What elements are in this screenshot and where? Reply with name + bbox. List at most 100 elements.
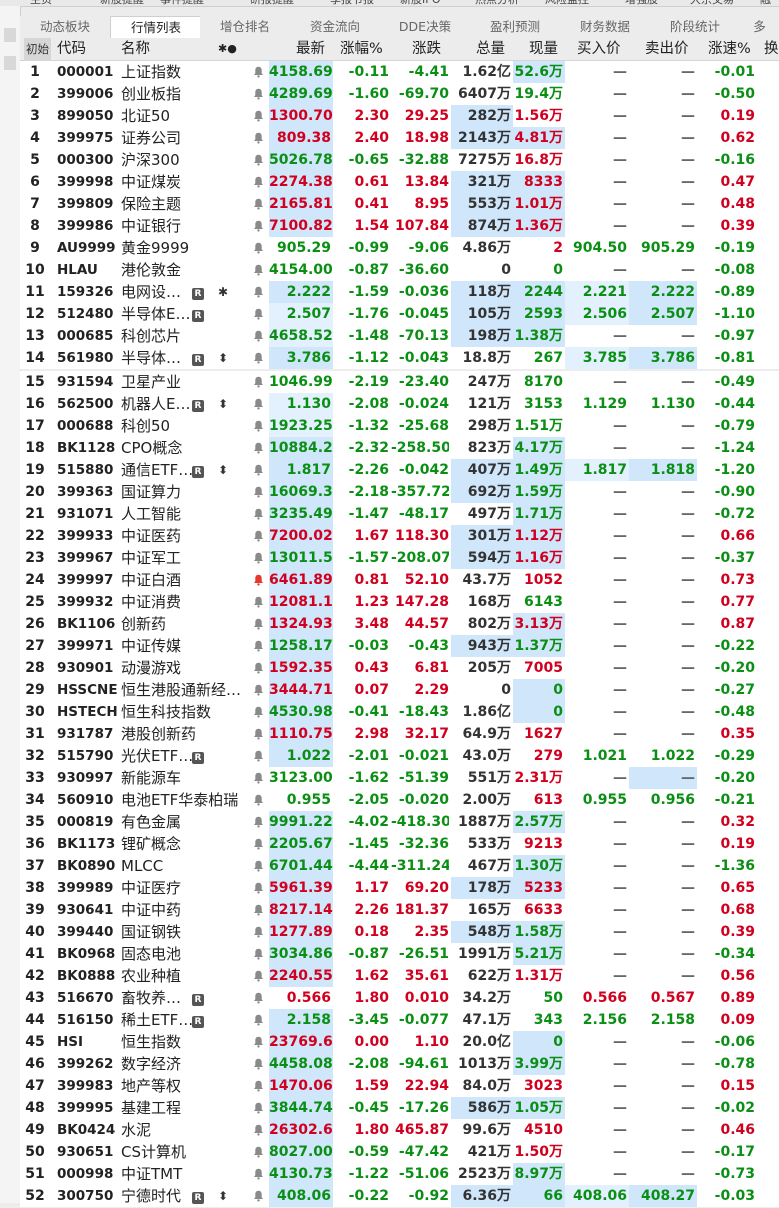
table-row[interactable]: 31 931787 港股创新药 1110.75 2.98 32.17 64.9万 1627— —… [20,723,779,746]
header-bid[interactable]: 买入价 [577,38,621,60]
top-menu-item[interactable]: 主页 [30,0,52,6]
table-row[interactable]: 4 399975 证券公司 809.38 2.40 18.98 2143万 4.81万 — —0.… [20,127,779,150]
table-row[interactable]: 30 HSTECH 恒生科技指数 4530.98 -0.41 -18.43 1.86亿 0— —… [20,701,779,724]
table-row[interactable]: 21 931071 人工智能 3235.49 -1.47 -48.17 497万 1.71万 —… [20,503,779,526]
table-row[interactable]: 44 516150 稀土ETF… R 2.158 -3.45 -0.077 47.1万 343 2… [20,1009,779,1032]
bell-icon[interactable] [249,965,267,987]
table-row[interactable]: 19 515880 通信ETF… R ⬍ 1.817 -2.26 -0.042 407万 1.49… [20,459,779,482]
table-row[interactable]: 13 000685 科创芯片 4658.52 -1.48 -70.13 198万 1.38万 —… [20,325,779,348]
tab-2[interactable]: 行情列表 [110,16,202,39]
bell-icon[interactable] [249,1119,267,1141]
table-row[interactable]: 39 930641 中证中药 8217.14 2.26 181.37 165万 6633— —0… [20,899,779,922]
top-menu-item[interactable]: 新股提醒 [100,0,144,6]
table-row[interactable]: 14 561980 半导体… R ⬍ 3.786 -1.12 -0.043 18.8万 267 3.… [20,347,779,370]
bell-icon[interactable] [249,525,267,547]
table-row[interactable]: 36 BK1173 锂矿概念 2205.67 -1.45 -32.36 533万 9213— —… [20,833,779,856]
table-row[interactable]: 20399363国证算力16069.32-2.18-357.72692万1.59… [20,481,779,504]
top-menu-item[interactable]: 研报提醒 [250,0,294,6]
table-row[interactable]: 6 399998 中证煤炭 2274.38 0.61 13.84 321万 8333— —0.4… [20,171,779,194]
bell-icon[interactable] [249,1141,267,1163]
bell-icon[interactable] [249,61,267,83]
header-cur[interactable]: 现量 [529,38,558,60]
bell-icon[interactable] [249,723,267,745]
top-menu-item[interactable]: 融资 [760,0,779,6]
top-menu-item[interactable]: 热点分析 [475,0,519,6]
table-row[interactable]: 3 899050 北证50 1300.70 2.30 29.25 282万 1.56万 — —0.… [20,105,779,128]
bell-icon[interactable] [249,635,267,657]
top-menu-item[interactable]: 新股IPO [400,0,441,6]
header-price[interactable]: 最新 [296,38,325,60]
bell-icon[interactable] [249,789,267,811]
table-row[interactable]: 2 399006 创业板指 4289.69 -1.60 -69.70 6407万 19.4万 —… [20,83,779,106]
bell-icon[interactable] [249,811,267,833]
table-row[interactable]: 32 515790 光伏ETF… R 1.022 -2.01 -0.021 43.0万 279 1… [20,745,779,768]
bell-icon[interactable] [249,347,267,369]
table-row[interactable]: 8 399986 中证银行 7100.82 1.54 107.84 874万 1.36万 — —0… [20,215,779,238]
bell-icon[interactable] [249,1053,267,1075]
top-menu-item[interactable]: 季报节报 [330,0,374,6]
table-row[interactable]: 27 399971 中证传媒 1258.17 -0.03 -0.43 943万 1.37万 — —… [20,635,779,658]
table-row[interactable]: 23399967中证军工13011.51-1.57-208.07594万1.16… [20,547,779,570]
table-row[interactable]: 49BK0424水泥26302.671.80465.8799.6万4510——0… [20,1119,779,1142]
table-row[interactable]: 15 931594 卫星产业 1046.99 -2.19 -23.40 247万 8170— —… [20,371,779,394]
bell-icon[interactable] [249,1075,267,1097]
bell-icon[interactable] [249,701,267,723]
bell-icon[interactable] [249,1185,267,1207]
bell-icon[interactable] [249,149,267,171]
bell-icon[interactable] [249,83,267,105]
tab-6[interactable]: 盈利预测 [470,16,561,38]
header-marks[interactable]: ✱● [218,38,237,60]
table-row[interactable]: 38 399989 中证医疗 5961.39 1.17 69.20 178万 5233— —0.… [20,877,779,900]
bell-icon[interactable] [249,127,267,149]
tab-9[interactable]: 多 [740,16,779,38]
table-row[interactable]: 46 399262 数字经济 4458.08 -2.08 -94.61 1013万 3.99万… [20,1053,779,1076]
table-row[interactable]: 1 000001 上证指数 4158.69 -0.11 -4.41 1.62亿 52.6万 — —… [20,61,779,84]
tab-4[interactable]: 资金流向 [290,16,381,38]
table-row[interactable]: 45HSI恒生指数23769.620.001.1020.0亿0——-0.06 [20,1031,779,1054]
bell-icon[interactable] [249,1031,267,1053]
table-row[interactable]: 11 159326 电网设… R ✱ 2.222 -1.59 -0.036 118万 2244 2.… [20,281,779,304]
top-menu-item[interactable]: 大宗交易 [690,0,734,6]
bell-icon[interactable] [249,325,267,347]
table-row[interactable]: 22 399933 中证医药 7200.02 1.67 118.30 301万 1.12万 — —… [20,525,779,548]
table-row[interactable]: 48 399995 基建工程 3844.74 -0.45 -17.26 586万 1.05万 —… [20,1097,779,1120]
table-row[interactable]: 43 516670 畜牧养… R 0.566 1.80 0.010 34.2万 50 0.566 0… [20,987,779,1010]
bell-icon[interactable] [249,921,267,943]
top-menu-item[interactable]: 风险监控 [545,0,589,6]
bell-icon[interactable] [249,987,267,1009]
bell-icon[interactable] [249,303,267,325]
bell-icon[interactable] [249,1009,267,1031]
header-extra[interactable]: 换 [764,38,779,60]
bell-icon[interactable] [249,591,267,613]
bell-icon[interactable] [249,679,267,701]
tab-5[interactable]: DDE决策 [380,16,471,38]
bell-icon[interactable] [249,437,267,459]
header-speed[interactable]: 涨速% [708,38,751,60]
tab-7[interactable]: 财务数据 [560,16,651,38]
bell-icon[interactable] [249,1163,267,1185]
table-row[interactable]: 33 930997 新能源车 3123.00 -1.62 -51.39 551万 2.31万 —… [20,767,779,790]
bell-icon[interactable] [249,855,267,877]
bell-icon[interactable] [249,371,267,393]
table-row[interactable]: 35 000819 有色金属 9991.22 -4.02 -418.30 1887万 2.57… [20,811,779,834]
table-row[interactable]: 51 000998 中证TMT 4130.73 -1.22 -51.06 2523万 8.97… [20,1163,779,1186]
tab-3[interactable]: 增仓排名 [200,16,291,38]
bell-icon[interactable] [249,393,267,415]
top-menu-item[interactable]: 增强股 [625,0,658,6]
tab-8[interactable]: 阶段统计 [650,16,741,38]
bell-icon[interactable] [249,943,267,965]
bell-icon[interactable] [249,503,267,525]
bell-icon[interactable] [249,899,267,921]
bell-icon[interactable] [249,767,267,789]
table-row[interactable]: 18BK1128CPO概念10884.26-2.32-258.50823万4.1… [20,437,779,460]
table-row[interactable]: 52 300750 宁德时代 R ⬍ 408.06 -0.22 -0.92 6.36万 66 408… [20,1185,779,1208]
table-row[interactable]: 16 562500 机器人E… R ⬍ 1.130 -2.08 -0.024 121万 3153 1… [20,393,779,416]
bell-icon[interactable] [249,657,267,679]
table-row[interactable]: 10 HLAU 港伦敦金 4154.00 -0.87 -36.60 0 0— — -0.08 [20,259,779,282]
header-code[interactable]: 代码 [57,38,86,60]
bell-icon[interactable] [249,193,267,215]
header-pct[interactable]: 涨幅% [340,38,383,60]
table-row[interactable]: 47 399983 地产等权 1470.06 1.59 22.94 84.0万 3023— —0… [20,1075,779,1098]
header-vol[interactable]: 总量 [476,38,505,60]
tab-1[interactable]: 动态板块 [20,16,111,38]
